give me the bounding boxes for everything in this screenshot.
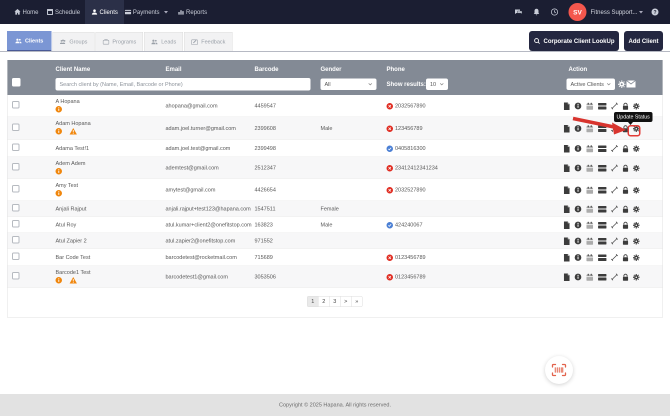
svg-text:?: ? xyxy=(653,10,656,16)
